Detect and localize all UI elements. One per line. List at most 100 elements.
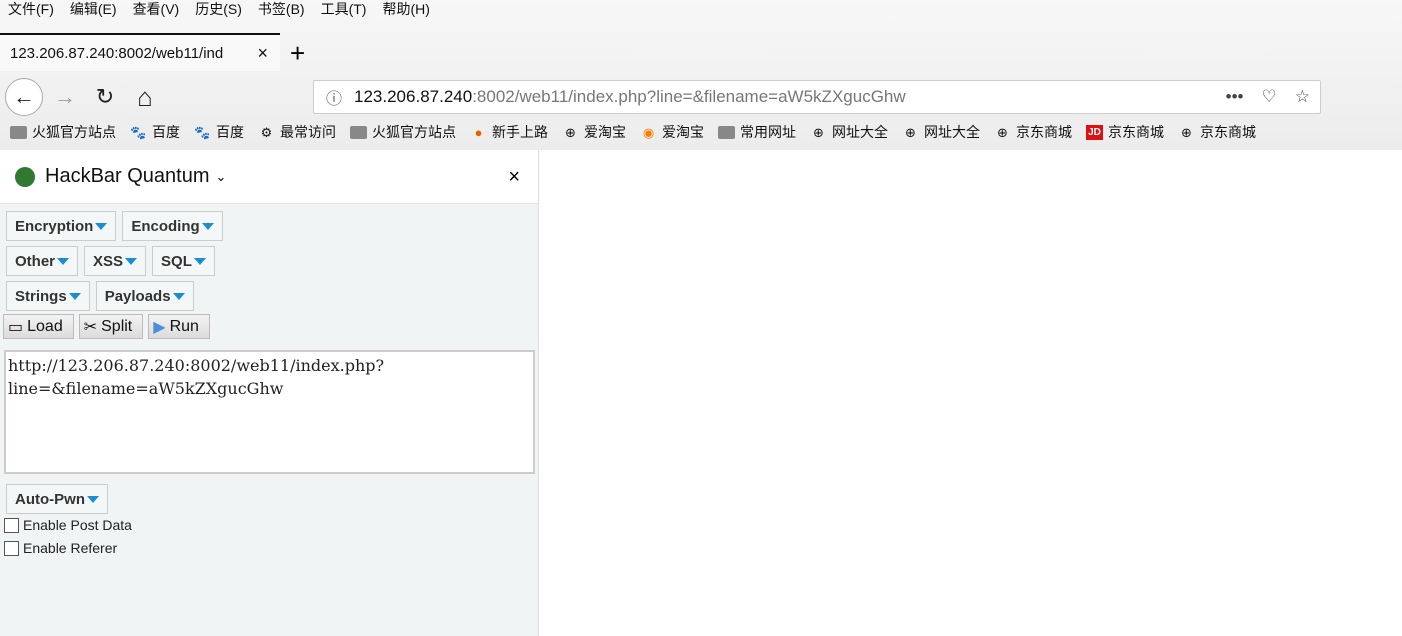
new-tab-button[interactable]: + bbox=[290, 38, 305, 69]
bookmark-label: 京东商城 bbox=[1016, 124, 1072, 140]
hackbar-title[interactable]: HackBar Quantum bbox=[45, 165, 210, 188]
split-label: Split bbox=[101, 317, 133, 335]
forward-button[interactable]: → bbox=[46, 78, 84, 116]
bookmark-label: 京东商城 bbox=[1108, 124, 1164, 140]
strings-dropdown[interactable]: Strings bbox=[6, 281, 90, 311]
url-rest: :8002/web11/index.php?line=&filename=aW5… bbox=[472, 87, 906, 106]
dropdown-label: Payloads bbox=[104, 287, 171, 305]
bookmark-label: 常用网址 bbox=[740, 124, 796, 140]
bookmark-item[interactable]: JD 京东商城 bbox=[1086, 122, 1164, 142]
dropdown-triangle-icon bbox=[193, 257, 206, 265]
baidu-icon: 🐾 bbox=[194, 124, 211, 140]
firefox-icon: ● bbox=[474, 124, 483, 140]
jd-icon: JD bbox=[1086, 124, 1103, 140]
url-textarea[interactable]: http://123.206.87.240:8002/web11/index.p… bbox=[4, 350, 535, 474]
pocket-icon[interactable]: ♡ bbox=[1262, 87, 1277, 107]
folder-icon bbox=[10, 125, 27, 139]
bookmark-item[interactable]: 🐾 百度 bbox=[130, 122, 180, 142]
bookmark-label: 新手上路 bbox=[492, 124, 548, 140]
hackbar-logo-icon bbox=[15, 166, 35, 187]
close-tab-icon[interactable]: × bbox=[257, 43, 268, 64]
bookmark-item[interactable]: ⊕ 网址大全 bbox=[810, 122, 888, 142]
bookmark-star-icon[interactable]: ☆ bbox=[1295, 87, 1310, 107]
bookmark-item[interactable]: ⊕ 爱淘宝 bbox=[562, 122, 626, 142]
folder-icon bbox=[718, 125, 735, 139]
dropdown-label: Encoding bbox=[131, 217, 200, 235]
info-icon[interactable]: ⓘ bbox=[326, 85, 342, 109]
bookmark-label: 网址大全 bbox=[924, 124, 980, 140]
bookmark-item[interactable]: ⊕ 网址大全 bbox=[902, 122, 980, 142]
menu-edit[interactable]: 编辑(E) bbox=[70, 0, 117, 20]
load-button[interactable]: ▭ Load bbox=[3, 314, 74, 339]
other-dropdown[interactable]: Other bbox=[6, 246, 79, 276]
encryption-dropdown[interactable]: Encryption bbox=[6, 211, 117, 241]
menu-file[interactable]: 文件(F) bbox=[8, 0, 54, 20]
enable-post-data-checkbox[interactable]: Enable Post Data bbox=[4, 517, 132, 533]
menu-view[interactable]: 查看(V) bbox=[133, 0, 180, 20]
load-label: Load bbox=[27, 317, 63, 335]
load-icon: ▭ bbox=[8, 318, 24, 336]
menu-history[interactable]: 历史(S) bbox=[195, 0, 242, 20]
hackbar-header: HackBar Quantum ⌄ × bbox=[0, 150, 538, 204]
tab-active[interactable]: 123.206.87.240:8002/web11/ind × bbox=[0, 33, 280, 71]
gear-icon: ⚙ bbox=[260, 124, 273, 140]
post-label: Enable Post Data bbox=[23, 517, 132, 533]
dropdown-triangle-icon bbox=[201, 222, 214, 230]
xss-dropdown[interactable]: XSS bbox=[84, 246, 147, 276]
more-icon[interactable]: ••• bbox=[1226, 87, 1244, 107]
checkbox[interactable] bbox=[4, 540, 19, 556]
bookmark-item[interactable]: ⊕ 京东商城 bbox=[994, 122, 1072, 142]
payloads-dropdown[interactable]: Payloads bbox=[95, 281, 194, 311]
run-label: Run bbox=[169, 317, 199, 335]
back-button[interactable]: ← bbox=[5, 78, 43, 116]
bookmark-item[interactable]: ⊕ 京东商城 bbox=[1178, 122, 1256, 142]
bookmarks-toolbar: 火狐官方站点 🐾 百度 🐾 百度 ⚙ 最常访问 火狐官方站点 ● 新手上路 ⊕ 爱淘宝 ◉ 爱淘宝 常用网址… bbox=[10, 122, 1256, 142]
scissors-icon: ✂ bbox=[83, 318, 98, 336]
hackbar-panel: HackBar Quantum ⌄ × Encryption Encoding O… bbox=[0, 150, 539, 636]
close-icon[interactable]: × bbox=[508, 166, 520, 189]
baidu-icon: 🐾 bbox=[130, 124, 147, 140]
dropdown-label: Other bbox=[15, 252, 56, 270]
url-bar[interactable]: ⓘ 123.206.87.240:8002/web11/index.php?li… bbox=[313, 80, 1321, 114]
autopwn-label: Auto-Pwn bbox=[15, 490, 85, 508]
bookmark-label: 火狐官方站点 bbox=[372, 124, 456, 140]
dropdown-triangle-icon bbox=[95, 222, 108, 230]
bookmark-label: 爱淘宝 bbox=[662, 124, 704, 140]
taobao-icon: ◉ bbox=[642, 124, 655, 140]
globe-icon: ⊕ bbox=[565, 124, 576, 140]
bookmark-item[interactable]: ● 新手上路 bbox=[470, 122, 548, 142]
bookmark-item[interactable]: 火狐官方站点 bbox=[350, 122, 456, 142]
folder-icon bbox=[350, 125, 367, 139]
bookmark-label: 京东商城 bbox=[1200, 124, 1256, 140]
bookmark-label: 最常访问 bbox=[280, 124, 336, 140]
menu-bookmarks[interactable]: 书签(B) bbox=[258, 0, 305, 20]
menu-help[interactable]: 帮助(H) bbox=[382, 0, 429, 20]
bookmark-item[interactable]: 常用网址 bbox=[718, 122, 796, 142]
split-button[interactable]: ✂ Split bbox=[78, 314, 144, 339]
dropdown-label: Encryption bbox=[15, 217, 94, 235]
referer-label: Enable Referer bbox=[23, 540, 118, 556]
sql-dropdown[interactable]: SQL bbox=[152, 246, 215, 276]
bookmark-item[interactable]: ◉ 爱淘宝 bbox=[640, 122, 704, 142]
bookmark-item[interactable]: 🐾 百度 bbox=[194, 122, 244, 142]
encoding-dropdown[interactable]: Encoding bbox=[122, 211, 223, 241]
dropdown-triangle-icon bbox=[125, 257, 138, 265]
run-button[interactable]: ▶ Run bbox=[148, 314, 210, 339]
enable-referer-checkbox[interactable]: Enable Referer bbox=[4, 540, 132, 556]
globe-icon: ⊕ bbox=[997, 124, 1008, 140]
bookmark-item[interactable]: ⚙ 最常访问 bbox=[258, 122, 336, 142]
bookmark-label: 百度 bbox=[216, 124, 244, 140]
autopwn-dropdown[interactable]: Auto-Pwn bbox=[6, 484, 108, 514]
tab-title: 123.206.87.240:8002/web11/ind bbox=[10, 44, 224, 62]
menu-tools[interactable]: 工具(T) bbox=[321, 0, 367, 20]
menu-bar: 文件(F) 编辑(E) 查看(V) 历史(S) 书签(B) 工具(T) 帮助(H… bbox=[0, 0, 430, 20]
home-button[interactable]: ⌂ bbox=[126, 78, 164, 116]
dropdown-label: XSS bbox=[93, 252, 124, 270]
checkbox[interactable] bbox=[4, 517, 19, 533]
dropdown-label: SQL bbox=[161, 252, 192, 270]
dropdown-label: Strings bbox=[15, 287, 67, 305]
chevron-down-icon[interactable]: ⌄ bbox=[216, 169, 227, 185]
reload-button[interactable]: ↻ bbox=[86, 78, 124, 116]
bookmark-item[interactable]: 火狐官方站点 bbox=[10, 122, 116, 142]
bookmark-label: 网址大全 bbox=[832, 124, 888, 140]
